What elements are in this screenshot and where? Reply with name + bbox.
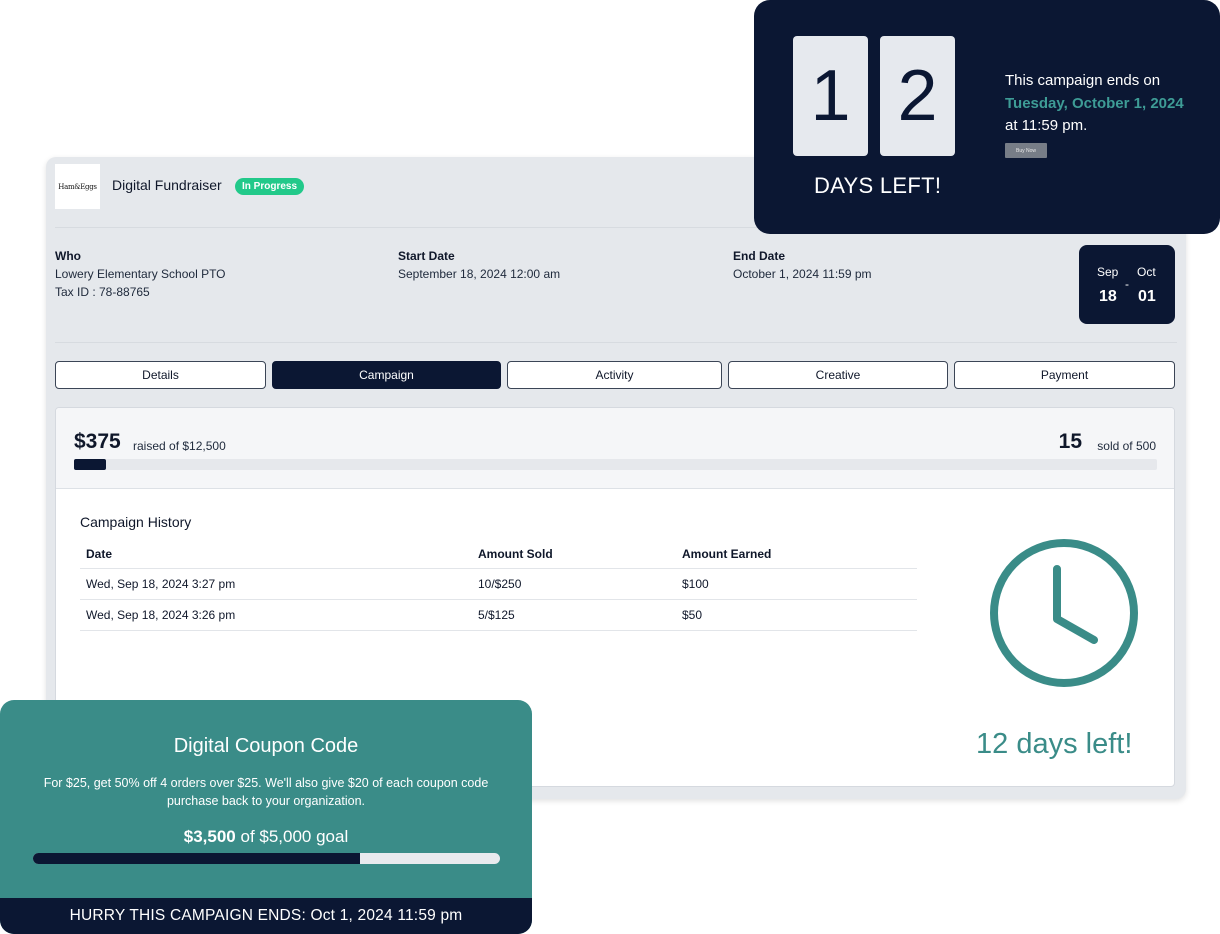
start-date-label: Start Date	[398, 249, 455, 263]
tab-creative[interactable]: Creative	[728, 361, 948, 389]
raised-progress-fill	[74, 459, 107, 470]
status-badge: In Progress	[235, 178, 305, 195]
ends-prefix: This campaign ends on	[1005, 72, 1161, 89]
end-date-value: October 1, 2024 11:59 pm	[733, 267, 872, 281]
table-row: Wed, Sep 18, 2024 3:27 pm 10/$250 $100	[80, 568, 917, 600]
start-month: Sep	[1097, 265, 1119, 279]
brand-logo: Ham&Eggs	[55, 164, 100, 209]
ends-date: Tuesday, October 1, 2024	[1005, 94, 1184, 112]
tab-campaign[interactable]: Campaign	[272, 361, 501, 389]
start-date-block: Start Date September 18, 2024 12:00 am	[398, 247, 560, 283]
end-date-label: End Date	[733, 249, 786, 263]
column-amount-earned: Amount Earned	[676, 540, 917, 569]
column-date: Date	[80, 540, 472, 569]
tab-activity[interactable]: Activity	[507, 361, 722, 389]
who-label: Who	[55, 249, 81, 263]
end-date-block: End Date October 1, 2024 11:59 pm	[733, 247, 872, 283]
coupon-title: Digital Coupon Code	[173, 735, 359, 757]
coupon-goal: $3,500 of $5,000 goal	[0, 827, 532, 847]
sold-count: 15	[1058, 430, 1082, 453]
raised-amount: $375	[74, 430, 121, 453]
countdown-digit-tens: 1	[793, 36, 868, 156]
start-date-value: September 18, 2024 12:00 am	[398, 267, 561, 281]
raised-goal-label: raised of $12,500	[133, 439, 226, 453]
campaign-history-table: Date Amount Sold Amount Earned Wed, Sep …	[80, 540, 917, 631]
countdown-widget: 1 2 DAYS LEFT! This campaign ends on Tue…	[754, 0, 1220, 234]
days-left-label: DAYS LEFT!	[814, 173, 942, 198]
column-amount-sold: Amount Sold	[472, 540, 676, 569]
start-day: 18	[1099, 288, 1117, 305]
coupon-widget: Digital Coupon Code For $25, get 50% off…	[0, 700, 532, 934]
days-left-text: 12 days left!	[976, 728, 1133, 760]
page-title: Digital Fundraiser	[112, 177, 222, 193]
coupon-goal-amount: $3,500	[183, 827, 236, 846]
countdown-digit-ones: 2	[880, 36, 955, 156]
row-amount-sold: 10/$250	[472, 568, 676, 600]
row-date: Wed, Sep 18, 2024 3:27 pm	[80, 568, 472, 600]
coupon-deadline-banner: HURRY THIS CAMPAIGN ENDS: Oct 1, 2024 11…	[0, 898, 532, 934]
coupon-goal-suffix: of $5,000 goal	[240, 827, 349, 846]
range-separator: -	[1125, 277, 1129, 291]
table-row: Wed, Sep 18, 2024 3:26 pm 5/$125 $50	[80, 599, 917, 631]
campaign-end-info: This campaign ends on Tuesday, October 1…	[1005, 70, 1210, 138]
end-day: 01	[1138, 288, 1156, 305]
coupon-progress-bar	[33, 853, 500, 864]
ends-time: at 11:59 pm.	[1005, 117, 1088, 134]
sold-total-label: sold of 500	[1097, 439, 1156, 453]
coupon-description: For $25, get 50% off 4 orders over $25. …	[43, 776, 489, 808]
buy-now-button[interactable]: Buy Now	[1005, 143, 1047, 158]
row-amount-earned: $100	[676, 568, 917, 600]
who-block: Who Lowery Elementary School PTO Tax ID …	[55, 247, 226, 301]
campaign-progress: $375 raised of $12,500 15 sold of 500	[56, 408, 1174, 489]
table-header-row: Date Amount Sold Amount Earned	[80, 540, 917, 569]
row-amount-sold: 5/$125	[472, 599, 676, 631]
info-divider	[55, 342, 1177, 343]
tab-details[interactable]: Details	[55, 361, 266, 389]
history-title: Campaign History	[80, 514, 192, 530]
row-date: Wed, Sep 18, 2024 3:26 pm	[80, 599, 472, 631]
end-month: Oct	[1137, 265, 1156, 279]
organization-name: Lowery Elementary School PTO	[55, 267, 226, 281]
raised-progress-bar	[74, 459, 1157, 470]
tab-payment[interactable]: Payment	[954, 361, 1175, 389]
tax-id: Tax ID : 78-88765	[55, 285, 150, 299]
row-amount-earned: $50	[676, 599, 917, 631]
coupon-progress-fill	[33, 853, 360, 864]
clock-icon	[990, 539, 1138, 687]
date-range-badge: Sep 18 - Oct 01	[1079, 245, 1175, 324]
